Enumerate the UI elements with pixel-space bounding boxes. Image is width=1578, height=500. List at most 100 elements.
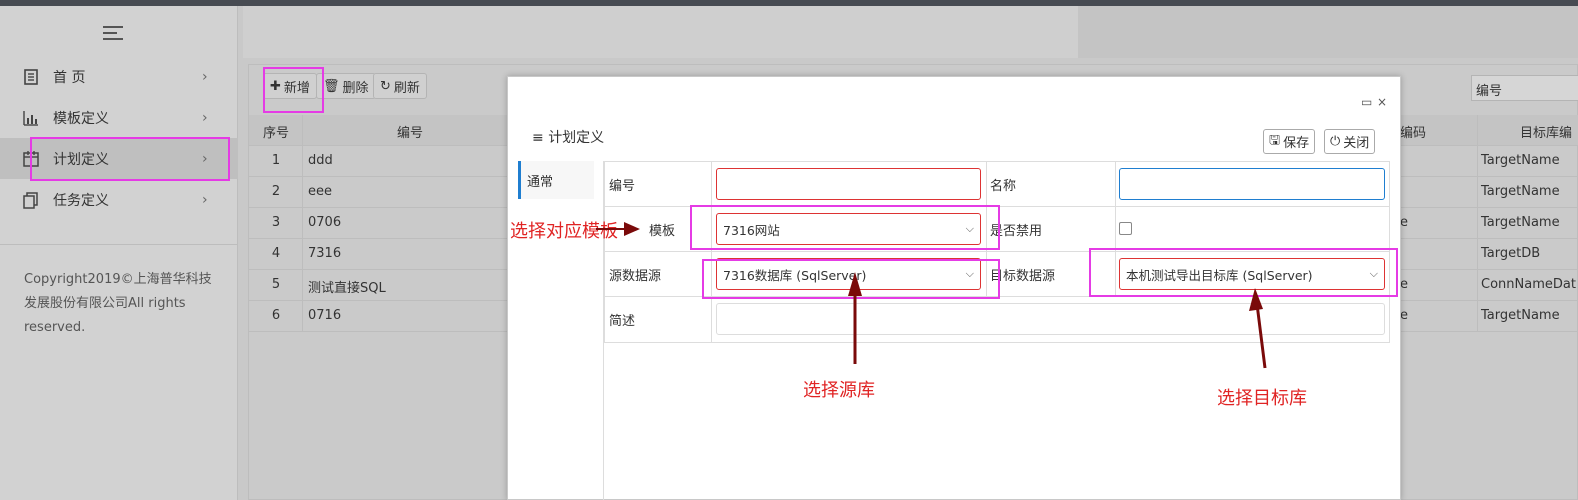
chevron-down-icon: ⌵: [965, 222, 974, 235]
grid-header: 序号 编号: [249, 115, 507, 146]
form-row: 源数据源 7316数据库 (SqlServer) ⌵ 目标数据源 本机测试导出目标…: [605, 252, 1389, 297]
table-row[interactable]: 5 测试直接SQL: [249, 270, 507, 301]
plus-icon: ✚: [270, 78, 281, 94]
table-row[interactable]: e ConnNameDat: [1400, 270, 1578, 301]
template-select[interactable]: 7316网站 ⌵: [716, 213, 981, 245]
form-row: 简述: [605, 297, 1389, 342]
row-code: 0706: [308, 215, 342, 230]
target-select-value: 本机测试导出目标库 (SqlServer): [1126, 267, 1313, 283]
modal-title: ≡ 计划定义: [532, 127, 604, 147]
divider: [1115, 162, 1116, 206]
disabled-label: 是否禁用: [990, 223, 1043, 239]
description-input[interactable]: [716, 303, 1385, 335]
copyright-text: Copyright2019©上海普华科技发展股份有限公司All rights r…: [24, 272, 212, 335]
column-header: 编号: [397, 126, 424, 141]
table-row[interactable]: 1 ddd: [249, 146, 507, 177]
calendar-icon: [23, 150, 39, 167]
sidebar-item-templates[interactable]: 模板定义 ›: [0, 97, 238, 138]
source-select[interactable]: 7316数据库 (SqlServer) ⌵: [716, 258, 981, 290]
power-icon: ⏻: [1330, 134, 1341, 149]
code-input[interactable]: [716, 168, 981, 200]
row-code: ddd: [308, 153, 333, 168]
column-divider: [302, 115, 303, 331]
row-index: 6: [271, 308, 281, 323]
sidebar-item-home[interactable]: 首 页 ›: [0, 56, 238, 97]
row-code: 0716: [308, 308, 342, 323]
chevron-right-icon: ›: [202, 109, 208, 126]
sidebar-item-label: 计划定义: [53, 151, 109, 168]
tab-general[interactable]: 通常: [518, 161, 594, 199]
form-row: 编号 名称: [605, 162, 1389, 207]
divider: [1115, 207, 1116, 251]
table-row[interactable]: e TargetName: [1400, 208, 1578, 239]
cell: ConnNameDat: [1481, 277, 1576, 292]
add-button[interactable]: ✚ 新增: [263, 73, 317, 99]
search-field-select[interactable]: 编号: [1471, 75, 1578, 101]
divider: [1115, 252, 1116, 296]
column-divider: [1477, 115, 1478, 331]
delete-button-label: 删除: [342, 80, 369, 96]
close-icon[interactable]: ×: [1377, 95, 1387, 109]
divider: [0, 244, 238, 245]
column-header: 编码: [1400, 126, 1427, 141]
row-code: eee: [308, 184, 332, 199]
list-icon: ≡: [532, 130, 549, 146]
sidebar: 首 页 › 模板定义 › 计划定义 › 任务定义 › Copyright2019…: [0, 6, 238, 500]
annotation-source: 选择源库: [803, 380, 875, 401]
row-index: 2: [271, 184, 281, 199]
name-input[interactable]: [1119, 168, 1385, 200]
chevron-down-icon: ⌵: [965, 267, 974, 280]
row-code: 7316: [308, 246, 342, 261]
target-label: 目标数据源: [990, 268, 1056, 284]
target-select[interactable]: 本机测试导出目标库 (SqlServer) ⌵: [1119, 258, 1385, 290]
refresh-button-label: 刷新: [393, 80, 420, 96]
form-row: 模板 7316网站 ⌵ 是否禁用: [605, 207, 1389, 252]
menu-toggle-icon[interactable]: [103, 26, 123, 40]
disabled-checkbox[interactable]: [1119, 222, 1132, 235]
template-label: 模板: [649, 223, 676, 239]
refresh-button[interactable]: ↻ 刷新: [373, 73, 427, 99]
cell: TargetName: [1481, 153, 1560, 168]
delete-button[interactable]: 🗑 删除: [316, 73, 376, 99]
table-row[interactable]: TargetDB: [1400, 239, 1578, 270]
table-row[interactable]: 2 eee: [249, 177, 507, 208]
table-row[interactable]: TargetName: [1400, 177, 1578, 208]
add-button-label: 新增: [283, 80, 310, 96]
main-header: [243, 6, 1078, 58]
main-header-right: [1078, 6, 1578, 58]
save-button[interactable]: 🖫 保存: [1263, 129, 1316, 154]
row-code: 测试直接SQL: [308, 281, 386, 296]
save-button-label: 保存: [1283, 136, 1310, 151]
source-label: 源数据源: [609, 268, 662, 284]
table-row[interactable]: 3 0706: [249, 208, 507, 239]
plan-definition-modal: ▭ × ≡ 计划定义 🖫 保存 ⏻ 关闭 通常 编号 名称 模板 7316网站 ⌵ 是…: [507, 76, 1401, 500]
table-row[interactable]: TargetName: [1400, 146, 1578, 177]
chevron-right-icon: ›: [202, 191, 208, 208]
source-select-value: 7316数据库 (SqlServer): [723, 267, 867, 283]
row-index: 1: [271, 153, 281, 168]
modal-title-text: 计划定义: [548, 130, 605, 146]
sidebar-item-label: 首 页: [53, 69, 86, 86]
cell: e: [1400, 308, 1408, 323]
close-button-label: 关闭: [1343, 136, 1370, 151]
table-row[interactable]: e TargetName: [1400, 301, 1578, 332]
close-button[interactable]: ⏻ 关闭: [1324, 129, 1376, 154]
tab-list: 通常: [518, 161, 604, 500]
code-label: 编号: [609, 178, 636, 194]
refresh-icon: ↻: [380, 78, 391, 94]
table-row[interactable]: 6 0716: [249, 301, 507, 332]
table-row[interactable]: 4 7316: [249, 239, 507, 270]
save-icon: 🖫: [1269, 132, 1281, 148]
row-index: 5: [271, 277, 281, 292]
template-select-value: 7316网站: [723, 222, 780, 238]
sidebar-item-plans[interactable]: 计划定义 ›: [0, 138, 238, 179]
divider: [711, 297, 712, 342]
maximize-icon[interactable]: ▭: [1361, 95, 1372, 109]
column-header: 目标库编: [1520, 126, 1573, 141]
bar-chart-icon: [23, 110, 38, 126]
divider: [711, 207, 712, 251]
sidebar-item-label: 模板定义: [53, 110, 109, 127]
divider: [711, 162, 712, 206]
sidebar-item-tasks[interactable]: 任务定义 ›: [0, 179, 238, 220]
sidebar-item-label: 任务定义: [53, 192, 109, 209]
